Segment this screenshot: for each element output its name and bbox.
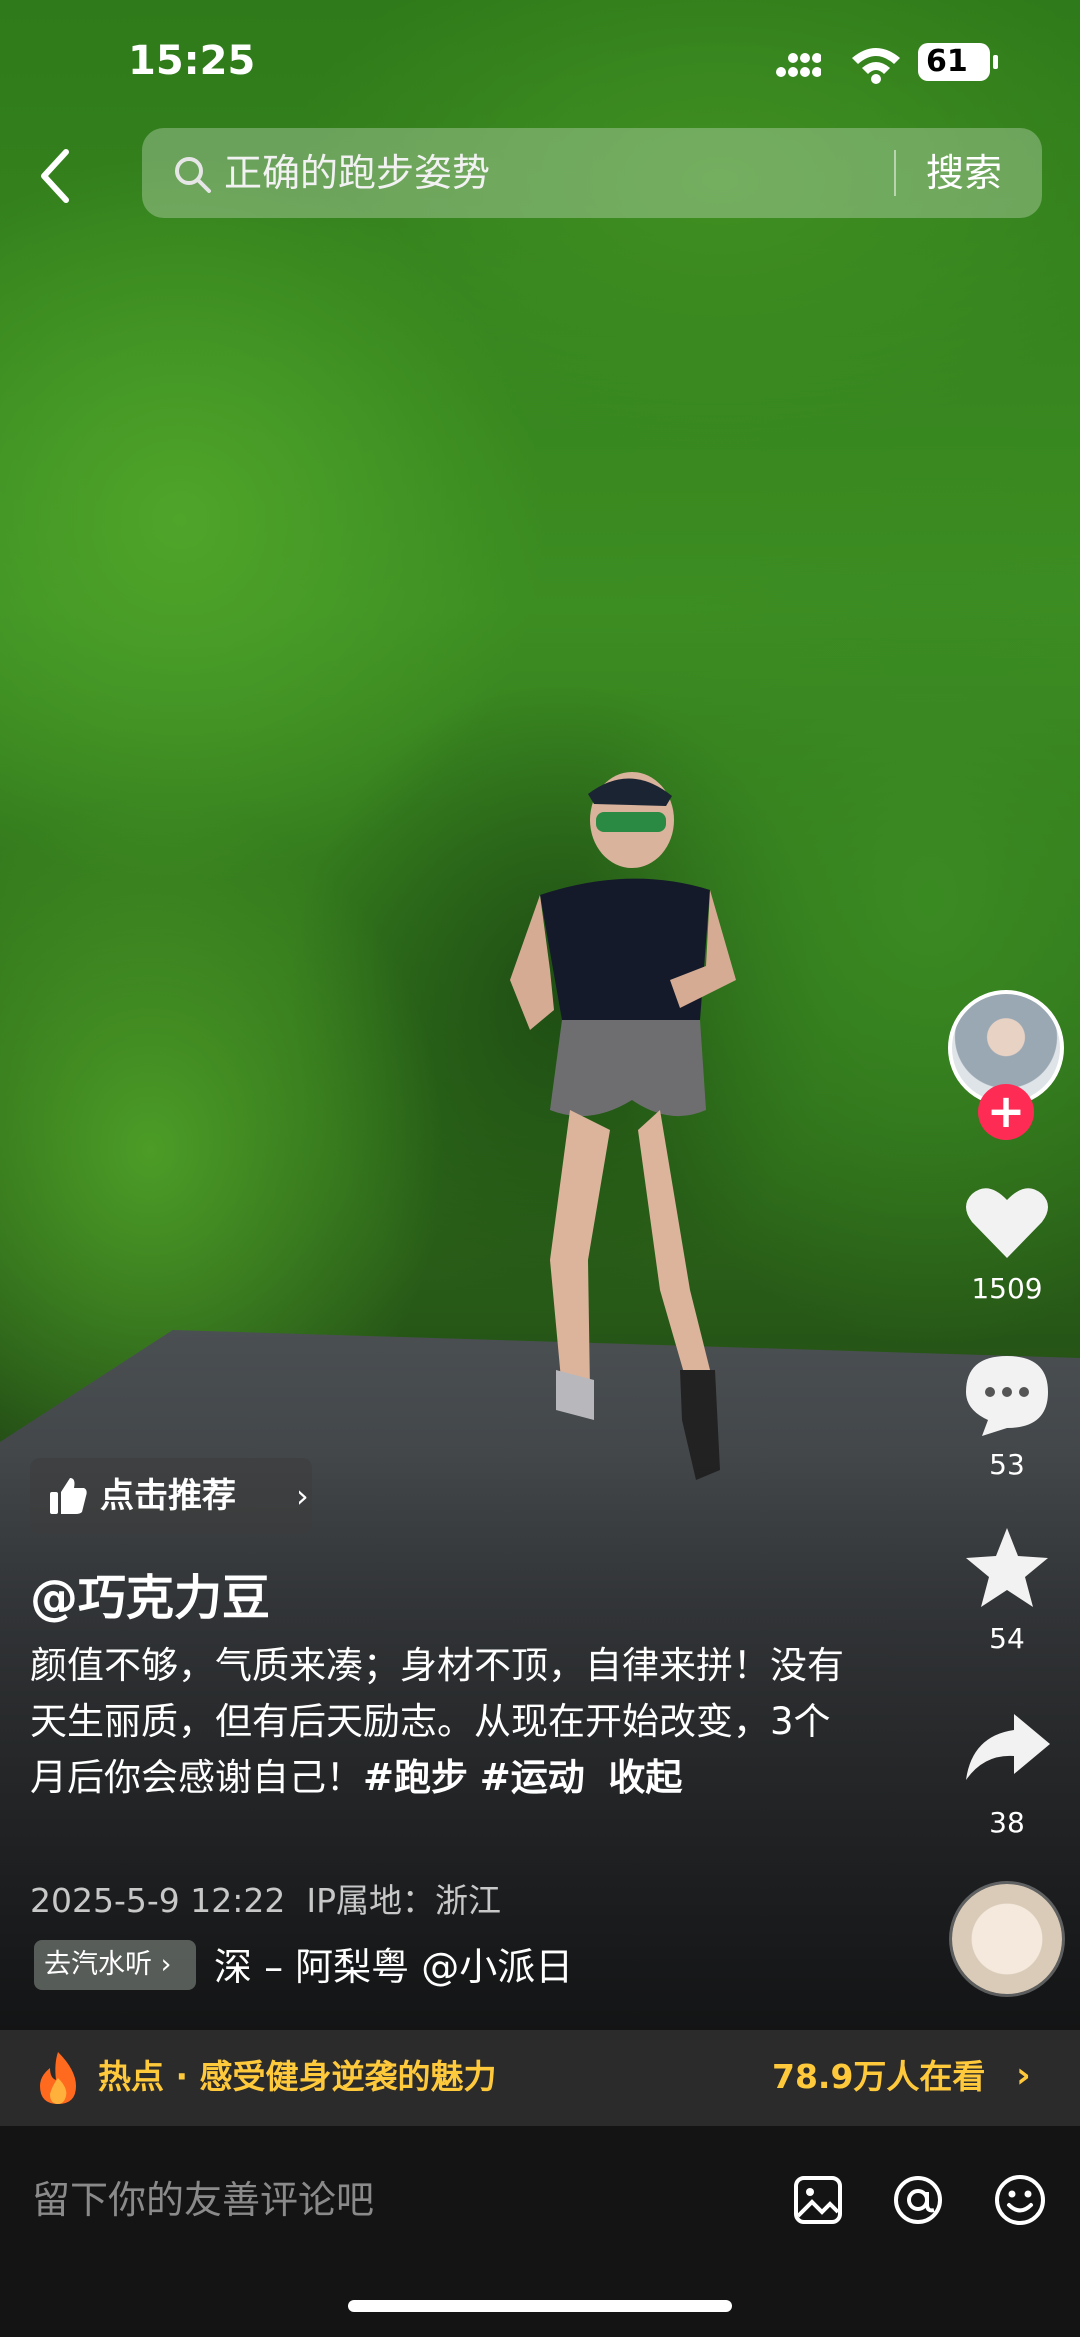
- cellular-icon: [776, 53, 821, 77]
- viewer-count: 78.9万人在看: [772, 2057, 986, 2096]
- thumbs-up-icon: [50, 1478, 87, 1514]
- comment-count: 53: [989, 1448, 1025, 1481]
- recommend-button[interactable]: 点击推荐 ›: [30, 1458, 312, 1534]
- post-description: 颜值不够，气质来凑；身材不顶，自律来拼！没有天生丽质，但有后天励志。从现在开始改…: [30, 1638, 850, 1806]
- ip-location: IP属地：浙江: [306, 1881, 502, 1920]
- like-count: 1509: [971, 1272, 1043, 1305]
- runner-figure: [510, 772, 736, 1480]
- music-title[interactable]: 深 – 阿梨粤 @小派日: [214, 1940, 634, 1994]
- comment-input[interactable]: 留下你的友善评论吧: [32, 2170, 374, 2230]
- search-input[interactable]: 正确的跑步姿势: [224, 146, 490, 200]
- battery-indicator: 61: [918, 43, 998, 81]
- comment-bubble-icon[interactable]: [960, 1348, 1054, 1442]
- hashtag-sport[interactable]: #运动: [480, 1756, 585, 1799]
- author-name[interactable]: @巧克力豆: [30, 1558, 270, 1628]
- search-bar[interactable]: 正确的跑步姿势 搜索: [142, 128, 1042, 218]
- favorite-star-icon[interactable]: [960, 1522, 1054, 1616]
- comment-bar: 留下你的友善评论吧: [0, 2126, 1080, 2337]
- hashtag-running[interactable]: #跑步: [363, 1756, 468, 1799]
- follow-button[interactable]: +: [978, 1084, 1034, 1140]
- mention-icon[interactable]: [888, 2170, 948, 2230]
- post-meta: 2025-5-9 12:22 IP属地：浙江: [30, 1874, 501, 1922]
- share-arrow-icon[interactable]: [960, 1700, 1054, 1794]
- fire-icon: [40, 2052, 76, 2104]
- search-button[interactable]: 搜索: [926, 146, 1002, 200]
- back-arrow-icon[interactable]: [36, 148, 76, 204]
- like-heart-icon[interactable]: [960, 1176, 1054, 1270]
- wifi-icon: [852, 48, 900, 84]
- search-icon: [175, 157, 211, 193]
- share-count: 38: [989, 1806, 1025, 1839]
- search-divider: [894, 150, 896, 196]
- music-app-tag[interactable]: 去汽水听 ›: [34, 1940, 196, 1990]
- status-time: 15:25: [128, 38, 256, 84]
- hot-topic-bar[interactable]: 热点 · 感受健身逆袭的魅力 78.9万人在看 ›: [0, 2030, 1080, 2126]
- collapse-link[interactable]: 收起: [608, 1756, 682, 1799]
- hot-topic-text: 热点 · 感受健身逆袭的魅力: [98, 2057, 497, 2096]
- post-date: 2025-5-9 12:22: [30, 1881, 286, 1920]
- emoji-icon[interactable]: [990, 2170, 1050, 2230]
- recommend-label: 点击推荐: [100, 1476, 236, 1516]
- favorite-count: 54: [989, 1622, 1025, 1655]
- music-disc[interactable]: [952, 1884, 1062, 1994]
- image-icon[interactable]: [788, 2170, 848, 2230]
- chevron-right-icon: ›: [296, 1477, 309, 1515]
- home-indicator: [348, 2300, 732, 2312]
- chevron-right-icon: ›: [1016, 2055, 1031, 2096]
- status-bar: 15:25 61: [0, 38, 1080, 98]
